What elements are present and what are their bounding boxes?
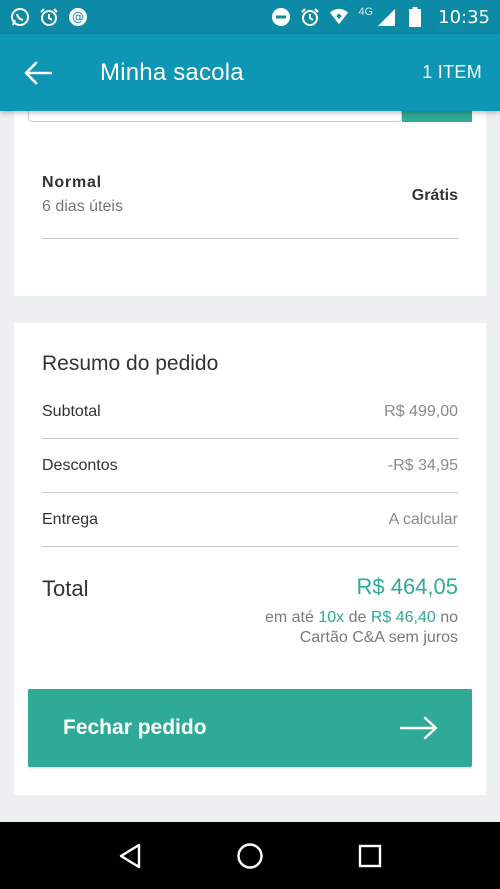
checkout-button-label: Fechar pedido: [63, 716, 207, 739]
battery-icon: [405, 7, 425, 27]
at-sign-icon: @: [68, 7, 88, 27]
cart-item-count: 1 ITEM: [422, 62, 482, 82]
total-label: Total: [42, 576, 89, 601]
installment-info: em até 10x de R$ 46,40 no: [265, 609, 458, 627]
summary-row-label: Entrega: [42, 510, 99, 528]
system-navigation-bar: [0, 822, 500, 889]
nav-recents-button[interactable]: [348, 834, 392, 878]
summary-row-value: -R$ 34,95: [387, 456, 458, 474]
svg-text:@: @: [72, 10, 84, 24]
back-button[interactable]: [12, 47, 64, 99]
whatsapp-icon: [10, 7, 30, 27]
installment-prefix: em até: [264, 609, 319, 626]
signal-icon: [376, 7, 396, 27]
do-not-disturb-icon: [271, 7, 291, 27]
installment-card-info: Cartão C&A sem juros: [299, 629, 458, 646]
divider: [42, 238, 458, 239]
installment-suffix: no: [435, 609, 458, 626]
alarm-icon: [39, 7, 59, 27]
alarm-icon: [300, 7, 320, 27]
status-time: 10:35: [438, 6, 490, 28]
summary-row-subtotal: Subtotal R$ 499,00: [42, 385, 458, 439]
summary-row-value: R$ 499,00: [384, 402, 458, 420]
network-type-label: 4G: [358, 6, 374, 18]
status-right-icons: 4G 10:35: [271, 6, 490, 28]
page-title: Minha sacola: [100, 58, 244, 86]
installment-amount: R$ 46,40: [370, 609, 436, 626]
order-summary-card: Resumo do pedido Subtotal R$ 499,00 Desc…: [14, 323, 486, 795]
installment-mid: de: [344, 609, 371, 626]
triangle-back-icon: [119, 843, 141, 868]
summary-row-delivery: Entrega A calcular: [42, 493, 458, 547]
summary-row-label: Descontos: [42, 456, 118, 474]
status-bar: @ 4G 10:35: [0, 0, 500, 34]
shipping-delivery-time: 6 dias úteis: [42, 198, 123, 215]
square-recents-icon: [358, 844, 382, 867]
total-value: R$ 464,05: [356, 574, 458, 599]
app-bar: Minha sacola 1 ITEM: [0, 34, 500, 111]
nav-back-button[interactable]: [108, 834, 152, 878]
shipping-card: Normal 6 dias úteis Grátis: [14, 100, 486, 296]
nav-home-button[interactable]: [228, 834, 272, 878]
summary-row-value: A calcular: [388, 510, 458, 528]
shipping-method-name: Normal: [42, 174, 102, 191]
checkout-button[interactable]: Fechar pedido: [28, 689, 472, 767]
status-left-icons: @: [10, 7, 88, 27]
arrow-right-icon: [400, 716, 438, 740]
arrow-left-icon: [24, 61, 52, 84]
summary-row-discount: Descontos -R$ 34,95: [42, 439, 458, 493]
circle-home-icon: [237, 842, 263, 869]
wifi-icon: [329, 7, 349, 27]
shipping-price: Grátis: [411, 187, 458, 204]
summary-row-label: Subtotal: [42, 402, 101, 420]
order-summary-title: Resumo do pedido: [42, 352, 219, 375]
installment-count: 10x: [318, 609, 345, 626]
